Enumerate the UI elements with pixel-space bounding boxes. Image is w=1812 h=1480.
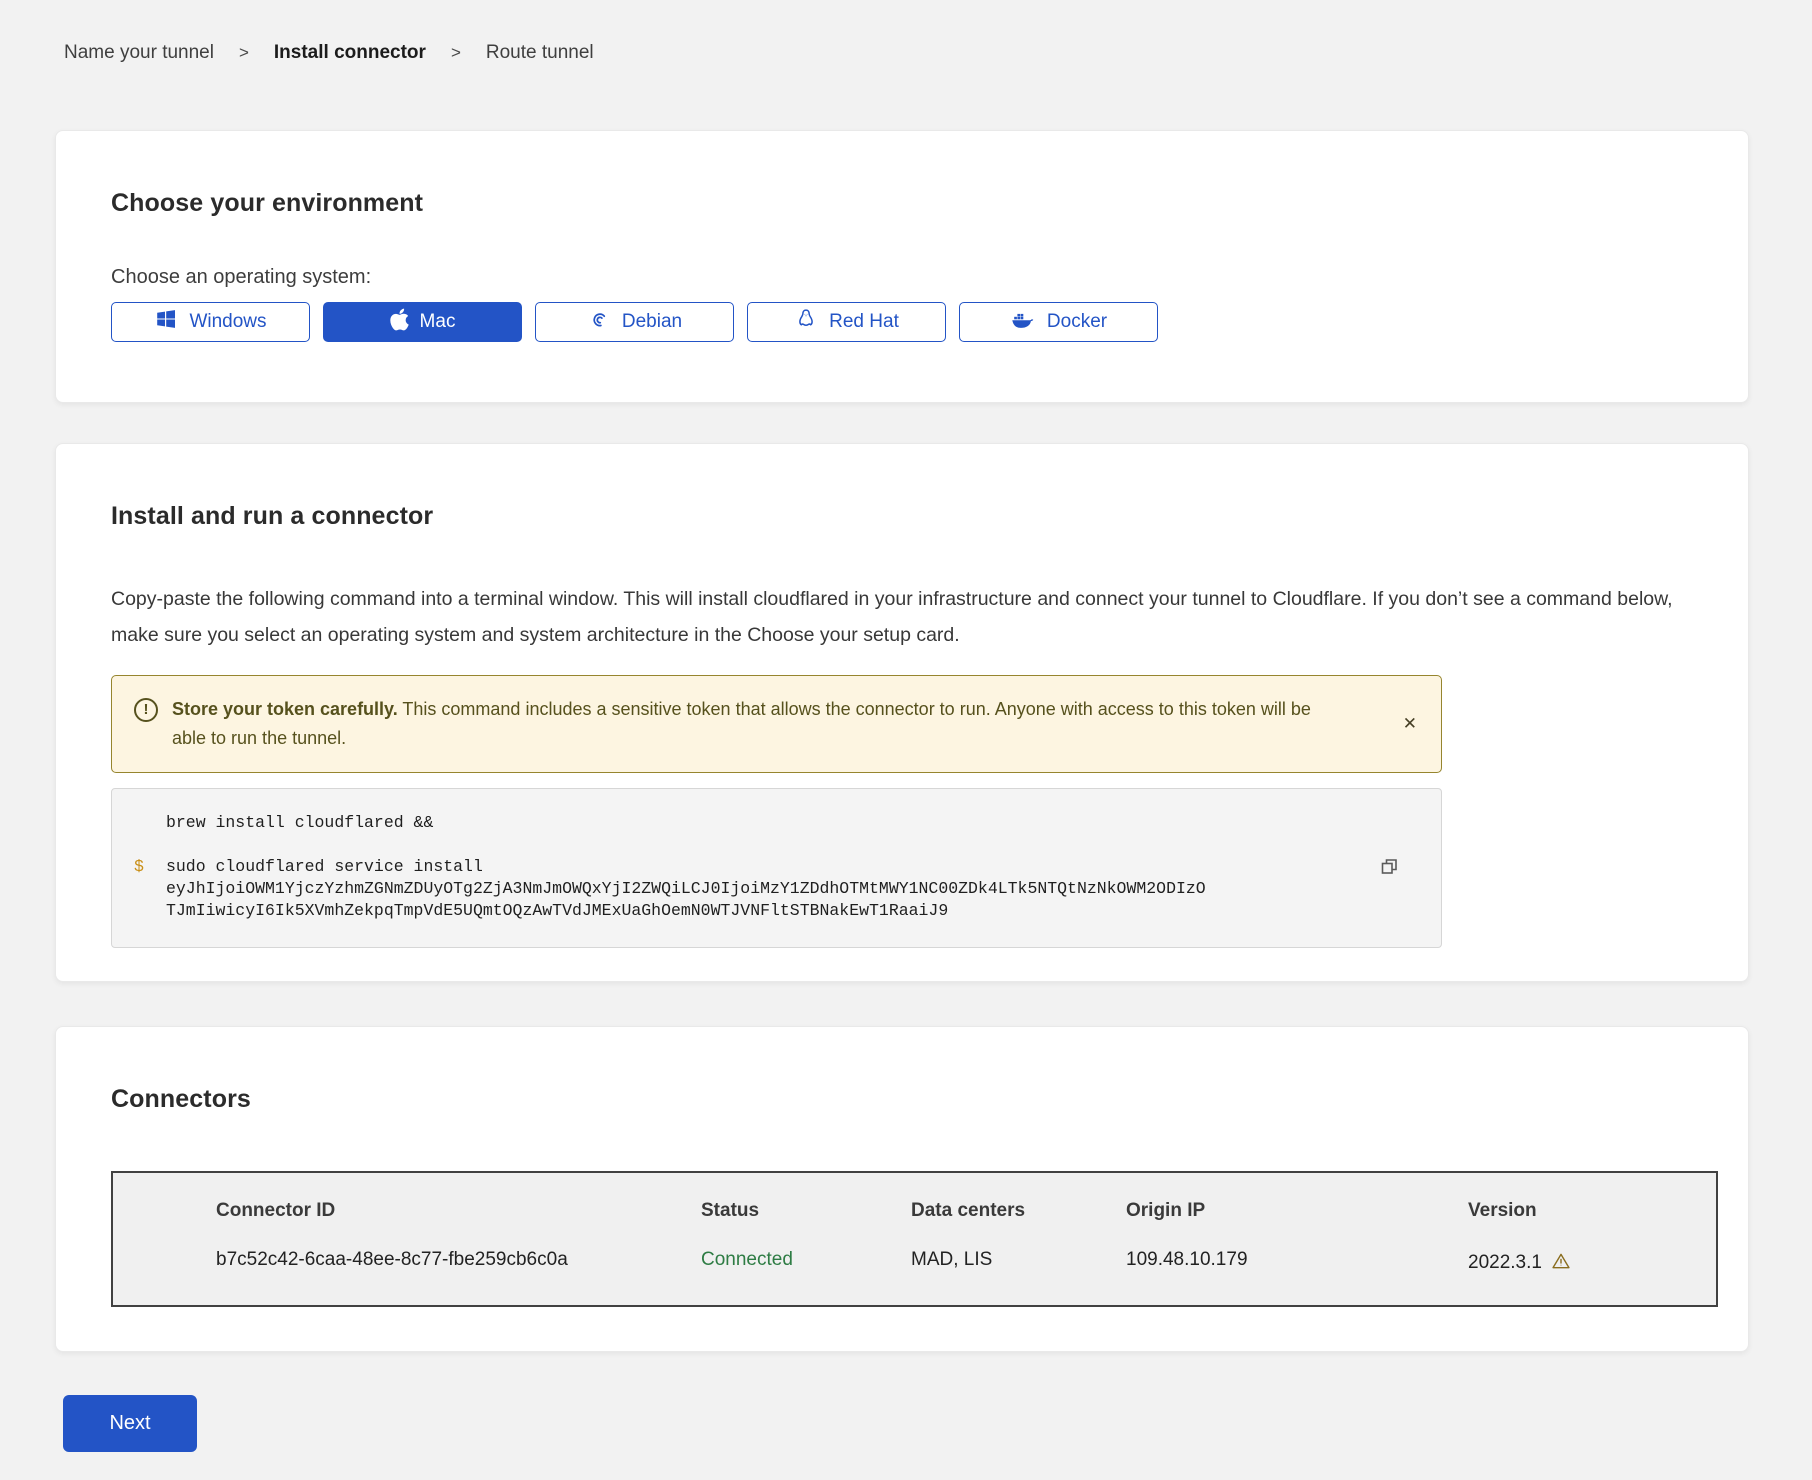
next-button[interactable]: Next	[63, 1395, 197, 1452]
column-header-status: Status	[701, 1200, 911, 1249]
install-description: Copy-paste the following command into a …	[111, 581, 1701, 653]
install-card-title: Install and run a connector	[111, 502, 1693, 531]
breadcrumb-install-connector[interactable]: Install connector	[274, 42, 426, 64]
breadcrumb-separator: >	[451, 43, 461, 63]
choose-environment-card: Choose your environment Choose an operat…	[55, 130, 1749, 403]
origin-ip-cell: 109.48.10.179	[1126, 1249, 1468, 1277]
connectors-table-grid: Connector ID Status Data centers Origin …	[216, 1200, 1696, 1277]
os-button-mac[interactable]: Mac	[323, 302, 522, 342]
apple-icon	[390, 307, 409, 338]
os-button-debian[interactable]: Debian	[535, 302, 734, 342]
connectors-card: Connectors Connector ID Status Data cent…	[55, 1026, 1749, 1352]
column-header-connector-id: Connector ID	[216, 1200, 701, 1249]
status-badge: Connected	[701, 1249, 911, 1277]
os-button-docker[interactable]: Docker	[959, 302, 1158, 342]
warning-message-bold: Store your token carefully.	[172, 699, 398, 719]
os-button-redhat[interactable]: Red Hat	[747, 302, 946, 342]
version-value: 2022.3.1	[1468, 1252, 1542, 1274]
os-button-label: Docker	[1047, 311, 1107, 333]
os-button-label: Red Hat	[829, 311, 899, 333]
warning-triangle-icon	[1551, 1251, 1571, 1277]
column-header-data-centers: Data centers	[911, 1200, 1126, 1249]
breadcrumb-route-tunnel[interactable]: Route tunnel	[486, 42, 594, 64]
os-button-label: Debian	[622, 311, 682, 333]
windows-icon	[154, 307, 178, 337]
os-button-windows[interactable]: Windows	[111, 302, 310, 342]
connectors-card-title: Connectors	[111, 1085, 1693, 1114]
breadcrumb: Name your tunnel > Install connector > R…	[64, 42, 594, 64]
copy-icon[interactable]	[1377, 855, 1401, 882]
alert-circle-icon: !	[134, 698, 158, 722]
close-icon[interactable]: ✕	[1403, 714, 1417, 734]
install-connector-card: Install and run a connector Copy-paste t…	[55, 443, 1749, 982]
connectors-table: Connector ID Status Data centers Origin …	[111, 1171, 1718, 1307]
warning-message: Store your token carefully. This command…	[172, 695, 1317, 753]
code-line: brew install cloudflared &&	[134, 812, 1351, 834]
shell-prompt: $	[134, 856, 166, 878]
os-button-label: Mac	[420, 311, 456, 333]
tux-penguin-icon	[794, 307, 818, 337]
column-header-origin-ip: Origin IP	[1126, 1200, 1468, 1249]
token-warning-banner: ! Store your token carefully. This comma…	[111, 675, 1442, 773]
connector-id-cell: b7c52c42-6caa-48ee-8c77-fbe259cb6c0a	[216, 1249, 701, 1277]
environment-card-title: Choose your environment	[111, 189, 1693, 218]
column-header-version: Version	[1468, 1200, 1696, 1249]
os-button-row: Windows Mac Debian	[111, 302, 1693, 342]
docker-whale-icon	[1010, 307, 1036, 337]
version-cell: 2022.3.1	[1468, 1249, 1696, 1277]
os-button-label: Windows	[189, 311, 266, 333]
breadcrumb-separator: >	[239, 43, 249, 63]
os-select-label: Choose an operating system:	[111, 266, 1693, 289]
breadcrumb-name-your-tunnel[interactable]: Name your tunnel	[64, 42, 214, 64]
code-line: eyJhIjoiOWM1YjczYzhmZGNmZDUyOTg2ZjA3NmJm…	[134, 878, 1351, 900]
code-line	[134, 834, 1351, 856]
code-line: $ sudo cloudflared service install	[134, 856, 1351, 878]
debian-icon	[587, 307, 611, 337]
install-command-code-block: brew install cloudflared && $ sudo cloud…	[111, 788, 1442, 948]
code-line: TJmIiwicyI6Ik5XVmhZekpqTmpVdE5UQmtOQzAwT…	[134, 900, 1351, 922]
data-centers-cell: MAD, LIS	[911, 1249, 1126, 1277]
